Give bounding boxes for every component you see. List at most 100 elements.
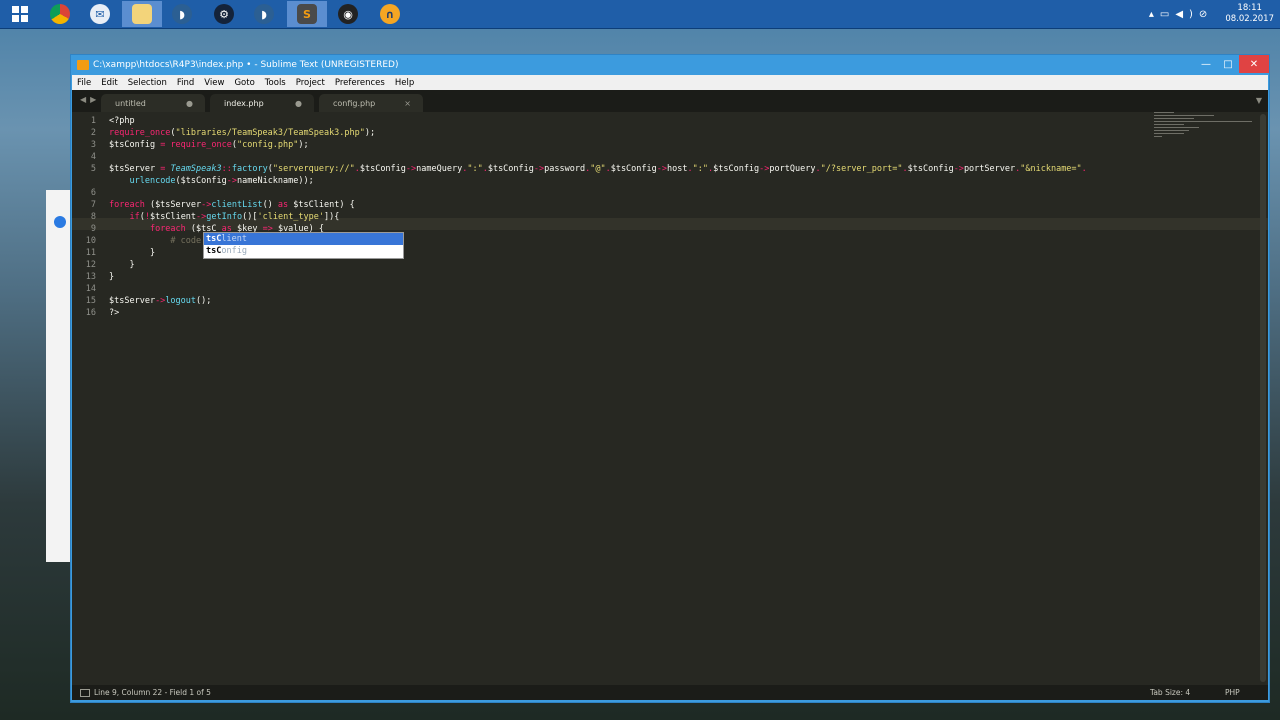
line-number: 6 [90,188,96,198]
menu-file[interactable]: File [72,78,96,88]
taskbar-obs[interactable]: ◉ [328,1,368,27]
tab-label: index.php [224,98,264,108]
autocomplete-item-tsconfig[interactable]: tsConfig [204,245,403,257]
line-number: 5 [90,164,96,174]
steam-icon: ⚙ [214,4,234,24]
close-button[interactable]: ✕ [1239,55,1269,73]
code-line: urlencode($tsConfig->nameNickname)); [129,176,314,186]
thunderbird-icon: ✉ [90,4,110,24]
autocomplete-item-tsclient[interactable]: tsClient [204,233,403,245]
tab-nav-arrows-icon[interactable]: ◀▶ [80,95,100,104]
line-number: 16 [85,308,96,318]
code-line: # code... [170,236,217,246]
tab-untitled[interactable]: untitled ● [101,94,205,112]
tab-size[interactable]: Tab Size: 4 [1150,688,1190,697]
clock[interactable]: 18:11 08.02.2017 [1225,3,1274,25]
line-number: 13 [85,272,96,282]
unsaved-dot-icon[interactable]: ● [186,99,193,108]
tab-label: config.php [333,98,376,108]
syntax-mode[interactable]: PHP [1225,688,1240,697]
code-editor[interactable]: 1 2 3 4 5 6 7 8 9 10 11 12 13 14 15 16 <… [72,112,1268,685]
clock-date: 08.02.2017 [1225,14,1274,24]
menu-preferences[interactable]: Preferences [330,78,390,88]
line-number: 2 [90,128,96,138]
chrome-icon [50,4,70,24]
menu-goto[interactable]: Goto [229,78,259,88]
start-button[interactable] [0,1,40,27]
tab-close-icon[interactable]: × [404,99,411,108]
status-bar: Line 9, Column 22 - Field 1 of 5 Tab Siz… [72,685,1268,700]
taskbar: ✉ ◗ ⚙ ◗ S ◉ ∩ ▴▭◀)⊘ 18:11 08.02.2017 [0,0,1280,28]
code-line: $tsServer = TeamSpeak3::factory("serverq… [109,164,1087,174]
title-bar[interactable]: C:\xampp\htdocs\R4P3\index.php • - Subli… [71,55,1269,75]
tab-bar: ◀▶ untitled ● index.php ● config.php × ▼ [72,90,1268,112]
line-number: 3 [90,140,96,150]
tab-dropdown-icon[interactable]: ▼ [1256,96,1262,105]
autocomplete-rest: lient [221,234,247,244]
vertical-scrollbar[interactable] [1260,114,1266,682]
panel-toggle-icon[interactable] [80,689,90,697]
maximize-button[interactable]: □ [1217,55,1239,73]
line-number: 4 [90,152,96,162]
code-line: $tsServer->logout(); [109,296,212,306]
teamspeak-icon: ◗ [172,4,192,24]
tab-config-php[interactable]: config.php × [319,94,423,112]
autocomplete-rest: onfig [221,246,247,256]
sublime-logo-icon [77,60,89,70]
minimap[interactable] [1154,112,1254,152]
tray-icons[interactable]: ▴▭◀)⊘ [1149,9,1213,20]
tab-label: untitled [115,98,146,108]
taskbar-explorer[interactable] [122,1,162,27]
code-line: } [109,248,156,258]
taskbar-steam[interactable]: ⚙ [204,1,244,27]
line-number: 14 [85,284,96,294]
line-number: 12 [85,260,96,270]
window-title: C:\xampp\htdocs\R4P3\index.php • - Subli… [93,60,399,70]
code-line: ?> [109,308,120,318]
code-line: $tsConfig = require_once("config.php"); [109,140,309,150]
line-number: 15 [85,296,96,306]
tab-index-php[interactable]: index.php ● [210,94,314,112]
autocomplete-match: tsC [206,234,222,244]
menu-tools[interactable]: Tools [260,78,291,88]
line-number: 11 [85,248,96,258]
code-line: foreach ($tsServer->clientList() as $tsC… [109,200,355,210]
sublime-icon: S [297,4,317,24]
menu-find[interactable]: Find [172,78,199,88]
line-number: 7 [90,200,96,210]
line-number-gutter: 1 2 3 4 5 6 7 8 9 10 11 12 13 14 15 16 [72,112,102,685]
menu-edit[interactable]: Edit [96,78,122,88]
window-controls: — □ ✕ [1195,55,1269,73]
obs-icon: ◉ [338,4,358,24]
minimize-button[interactable]: — [1195,55,1217,73]
autocomplete-popup[interactable]: tsClient tsConfig [203,232,404,259]
taskbar-sublime[interactable]: S [287,1,327,27]
clock-time: 18:11 [1237,3,1262,13]
line-number: 9 [90,224,96,234]
code-line: } [109,272,115,282]
code-line: if(!$tsClient->getInfo()['client_type'])… [129,212,340,222]
taskbar-thunderbird[interactable]: ✉ [80,1,120,27]
menu-selection[interactable]: Selection [123,78,172,88]
sublime-window: C:\xampp\htdocs\R4P3\index.php • - Subli… [70,54,1270,703]
taskbar-teamspeak-2[interactable]: ◗ [244,1,284,27]
menu-project[interactable]: Project [291,78,330,88]
taskbar-teamspeak[interactable]: ◗ [162,1,202,27]
line-number: 8 [90,212,96,222]
menu-view[interactable]: View [199,78,229,88]
autocomplete-match: tsC [206,246,222,256]
menu-help[interactable]: Help [390,78,419,88]
code-line: } [109,260,135,270]
line-number: 1 [90,116,96,126]
code-line: <?php [109,116,135,126]
back-arrow-icon [54,216,66,228]
taskbar-headset[interactable]: ∩ [370,1,410,27]
unsaved-dot-icon[interactable]: ● [295,99,302,108]
menu-bar: File Edit Selection Find View Goto Tools… [72,75,1268,90]
windows-icon [12,6,28,22]
taskbar-chrome[interactable] [40,1,80,27]
cursor-position: Line 9, Column 22 - Field 1 of 5 [94,688,211,697]
teamspeak-icon: ◗ [254,4,274,24]
system-tray: ▴▭◀)⊘ 18:11 08.02.2017 [1149,0,1274,28]
line-number: 10 [85,236,96,246]
